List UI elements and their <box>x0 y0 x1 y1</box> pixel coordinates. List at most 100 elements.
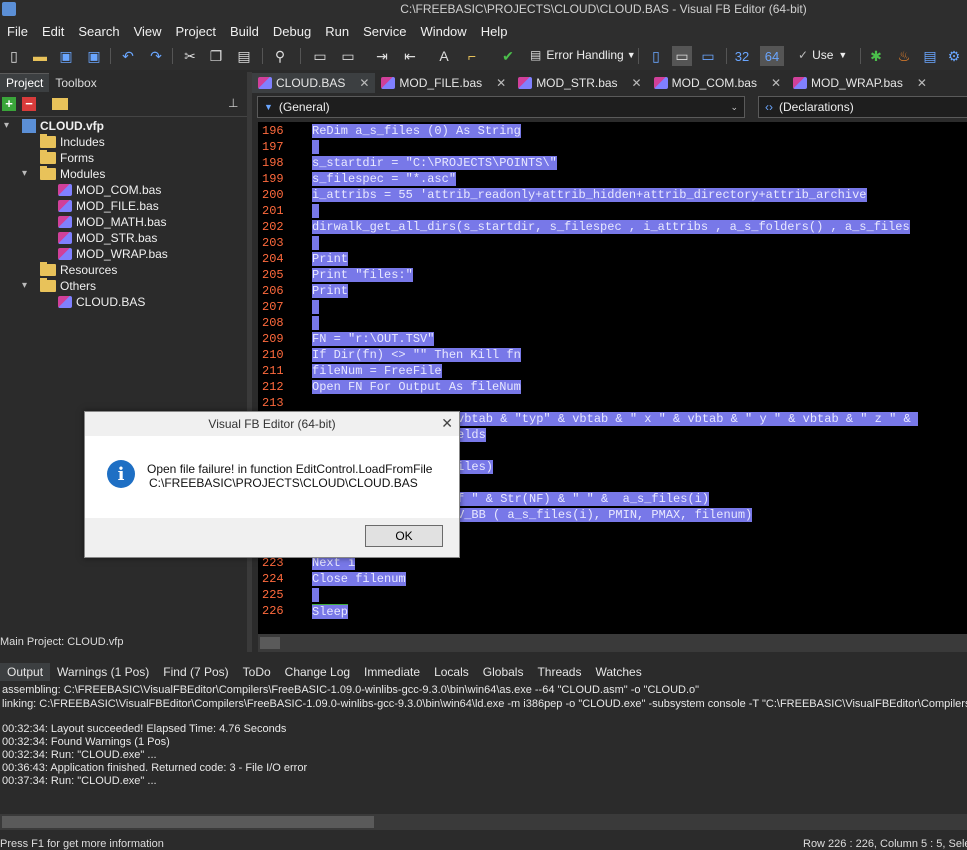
tree-module-item[interactable]: MOD_COM.bas <box>58 182 161 198</box>
tree-module-item[interactable]: MOD_MATH.bas <box>58 214 166 230</box>
tree-resources[interactable]: Resources <box>40 262 117 278</box>
remove-icon[interactable]: − <box>22 97 36 111</box>
fire-icon[interactable]: ♨ <box>894 46 914 66</box>
tab-find[interactable]: Find (7 Pos) <box>156 663 235 681</box>
tree-modules[interactable]: Modules <box>40 166 105 182</box>
tab-mod-file[interactable]: MOD_FILE.bas ✕ <box>375 73 512 93</box>
tree-other-item[interactable]: CLOUD.BAS <box>58 294 145 310</box>
collapse-icon[interactable]: ▾ <box>22 168 27 179</box>
paste-icon[interactable]: ▤ <box>234 46 254 66</box>
tab-warnings[interactable]: Warnings (1 Pos) <box>50 663 156 681</box>
menu-view[interactable]: View <box>127 24 169 39</box>
tree-root[interactable]: CLOUD.vfp <box>22 118 104 134</box>
close-icon[interactable]: ✕ <box>496 76 506 90</box>
use-dropdown[interactable]: ✓ Use ▼ <box>798 48 847 62</box>
tree-module-item[interactable]: MOD_STR.bas <box>58 230 157 246</box>
menu-debug[interactable]: Debug <box>266 24 318 39</box>
line-number: 204 <box>262 252 284 266</box>
code-line: V_BB ( a_s_files(i), PMIN, PMAX, filenum… <box>457 508 753 522</box>
tab-globals[interactable]: Globals <box>476 663 531 681</box>
menu-service[interactable]: Service <box>356 24 413 39</box>
save-all-icon[interactable]: ▣ <box>84 46 104 66</box>
code-text <box>312 140 320 154</box>
tree-module-item[interactable]: MOD_FILE.bas <box>58 198 159 214</box>
tab-toolbox[interactable]: Toolbox <box>49 74 102 92</box>
find-icon[interactable]: ⚲ <box>270 46 290 66</box>
tab-immediate[interactable]: Immediate <box>357 663 427 681</box>
tree-others[interactable]: Others <box>40 278 96 294</box>
close-icon[interactable]: ✕ <box>771 76 781 90</box>
syntax-check-icon[interactable]: ✔ <box>498 46 518 66</box>
build-32-button[interactable]: 32 <box>732 46 752 66</box>
tab-mod-str[interactable]: MOD_STR.bas ✕ <box>512 73 647 93</box>
bug-icon[interactable]: ✱ <box>866 46 886 66</box>
tab-change-log[interactable]: Change Log <box>278 663 357 681</box>
menu-project[interactable]: Project <box>169 24 223 39</box>
scrollbar-thumb[interactable] <box>260 637 280 649</box>
close-icon[interactable]: ✕ <box>359 76 369 90</box>
close-icon[interactable]: ✕ <box>441 415 453 432</box>
pin-icon[interactable]: ⊥ <box>228 96 238 110</box>
close-icon[interactable]: ✕ <box>632 76 642 90</box>
tree-label: Forms <box>60 151 94 165</box>
close-icon[interactable]: ✕ <box>917 76 927 90</box>
open-folder-icon[interactable] <box>52 98 68 110</box>
clean-icon[interactable]: ⌐ <box>462 46 482 66</box>
open-folder-icon[interactable]: ▬ <box>30 46 50 66</box>
output-panel[interactable]: assembling: C:\FREEBASIC\VisualFBEditor\… <box>0 684 967 814</box>
tree-module-item[interactable]: MOD_WRAP.bas <box>58 246 168 262</box>
gui-icon[interactable]: ▭ <box>698 46 718 66</box>
collapse-icon[interactable]: ▾ <box>22 280 27 291</box>
indent-icon[interactable]: ⇥ <box>372 46 392 66</box>
comment-icon[interactable]: ▭ <box>310 46 330 66</box>
tab-mod-wrap[interactable]: MOD_WRAP.bas ✕ <box>787 73 933 93</box>
tab-threads[interactable]: Threads <box>530 663 588 681</box>
format-icon[interactable]: A <box>434 46 454 66</box>
module-icon <box>58 248 72 260</box>
tab-todo[interactable]: ToDo <box>236 663 278 681</box>
error-handling-dropdown[interactable]: ▤ Error Handling ▼ <box>530 48 636 62</box>
settings-icon[interactable]: ⚙ <box>944 46 964 66</box>
copy-icon[interactable]: ❐ <box>206 46 226 66</box>
menu-edit[interactable]: Edit <box>35 24 71 39</box>
tab-mod-com[interactable]: MOD_COM.bas ✕ <box>648 73 787 93</box>
uncomment-icon[interactable]: ▭ <box>338 46 358 66</box>
menu-run[interactable]: Run <box>318 24 356 39</box>
editor-horizontal-scrollbar[interactable] <box>258 634 967 652</box>
code-line <box>312 316 320 330</box>
console-icon[interactable]: ▭ <box>672 46 692 66</box>
line-number: 201 <box>262 204 284 218</box>
redo-icon[interactable]: ↷ <box>146 46 166 66</box>
menu-file[interactable]: File <box>0 24 35 39</box>
member-select[interactable]: ‹› (Declarations) <box>758 96 967 118</box>
cut-icon[interactable]: ✂ <box>180 46 200 66</box>
tab-watches[interactable]: Watches <box>588 663 648 681</box>
undo-icon[interactable]: ↶ <box>118 46 138 66</box>
build-64-button[interactable]: 64 <box>760 46 784 66</box>
menu-window[interactable]: Window <box>413 24 473 39</box>
save-icon[interactable]: ▣ <box>56 46 76 66</box>
new-file-icon[interactable]: ▯ <box>4 46 24 66</box>
tree-forms[interactable]: Forms <box>40 150 94 166</box>
tab-label: MOD_COM.bas <box>671 76 757 90</box>
scope-select[interactable]: ▼ (General) ⌄ <box>257 96 745 118</box>
tab-project[interactable]: Project <box>0 73 50 92</box>
collapse-icon[interactable]: ▾ <box>4 120 9 131</box>
tab-cloud-bas[interactable]: CLOUD.BAS ✕ <box>252 73 376 93</box>
tree-includes[interactable]: Includes <box>40 134 105 150</box>
outdent-icon[interactable]: ⇤ <box>400 46 420 66</box>
tab-output[interactable]: Output <box>0 663 51 681</box>
form-icon[interactable]: ▯ <box>646 46 666 66</box>
add-icon[interactable]: + <box>2 97 16 111</box>
menu-help[interactable]: Help <box>474 24 515 39</box>
ok-button[interactable]: OK <box>365 525 443 547</box>
code-text: Sleep <box>312 605 349 619</box>
splitter[interactable] <box>247 72 252 652</box>
menu-build[interactable]: Build <box>223 24 266 39</box>
scrollbar-thumb[interactable] <box>2 816 374 828</box>
menu-search[interactable]: Search <box>71 24 126 39</box>
notes-icon[interactable]: ▤ <box>920 46 940 66</box>
output-horizontal-scrollbar[interactable] <box>0 814 967 830</box>
tab-locals[interactable]: Locals <box>427 663 476 681</box>
code-line: Print "files:" <box>312 268 413 282</box>
